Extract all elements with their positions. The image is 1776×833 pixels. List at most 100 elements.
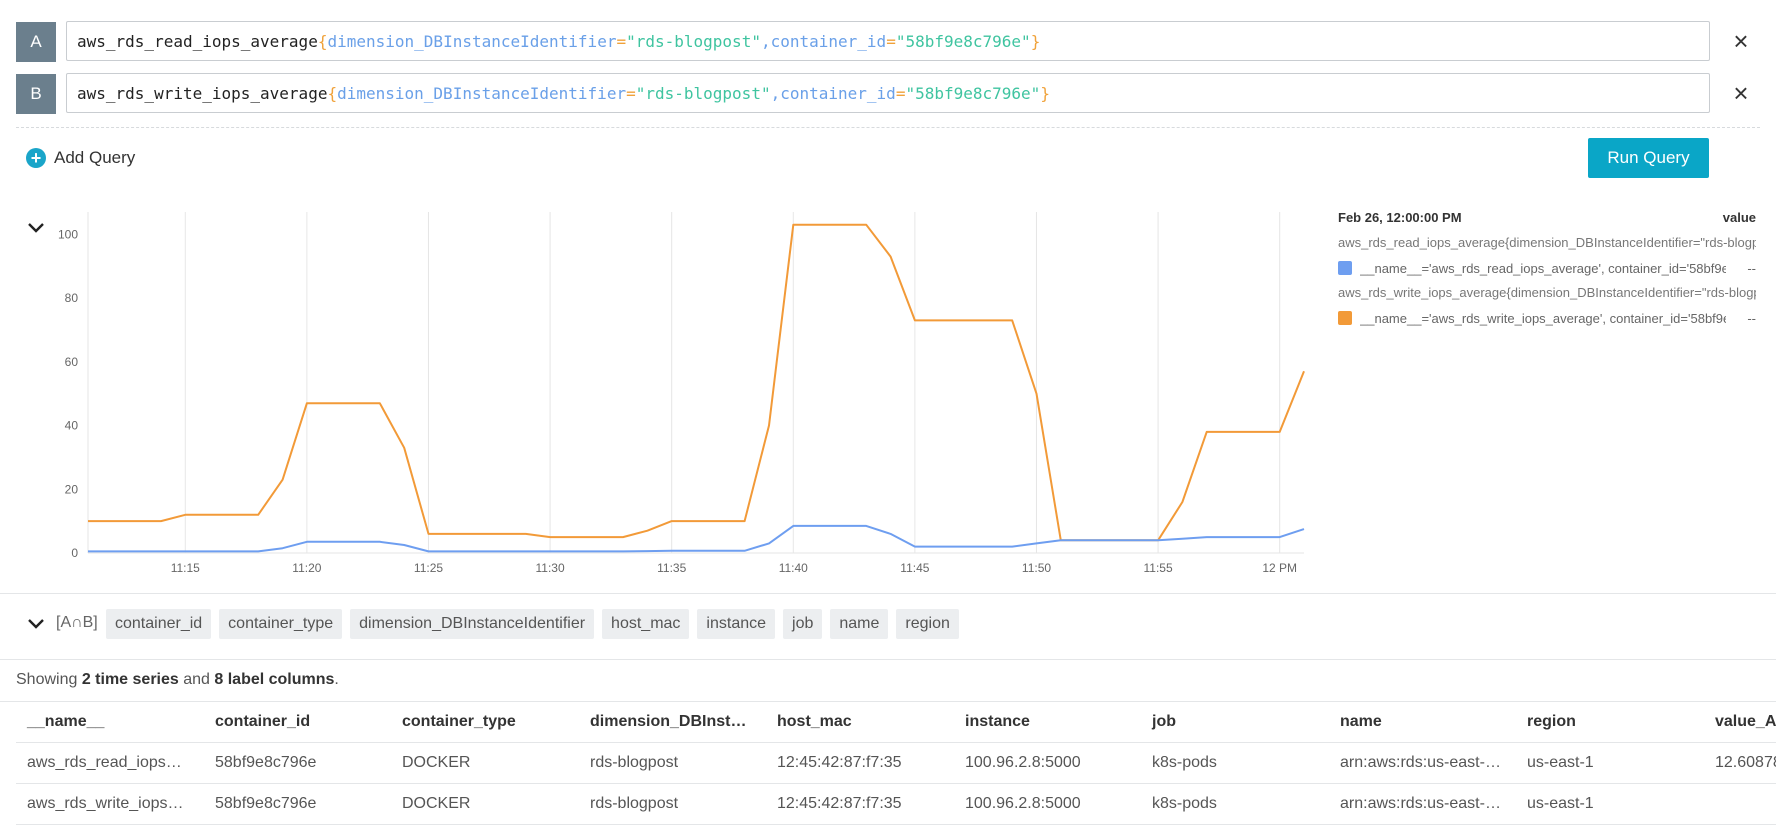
table-cell: 12:45:42:87:f7:35 xyxy=(777,754,902,771)
section-divider xyxy=(0,593,1776,594)
table-cell: us-east-1 xyxy=(1527,795,1594,812)
y-tick-label: 80 xyxy=(65,291,79,305)
table-cell: 100.96.2.8:5000 xyxy=(965,795,1081,812)
table-cell: 12.60878 xyxy=(1715,754,1776,771)
label-count: 8 label columns xyxy=(214,671,335,688)
matcher-value: "58bf9e8c796e" xyxy=(895,31,1031,51)
y-tick-label: 0 xyxy=(71,546,78,560)
time-series-chart: 0 20 40 60 80 100 11:15 11:20 11:25 11:30 11:35 11:… xyxy=(58,212,1305,575)
column-header[interactable]: instance xyxy=(954,702,1140,742)
column-header[interactable]: __name__ xyxy=(16,702,202,742)
table-cell: arn:aws:rds:us-east-1:123456789012:db:rd… xyxy=(1340,795,1501,812)
table-cell: k8s-pods xyxy=(1152,754,1217,771)
series-summary: Showing 2 time series and 8 label column… xyxy=(16,671,339,689)
legend-query-a: aws_rds_read_iops_average{dimension_DBIn… xyxy=(1338,235,1756,250)
table-cell: aws_rds_read_iops_average xyxy=(27,754,188,771)
table-cell: rds-blogpost xyxy=(590,754,679,771)
legend-series-label: __name__='aws_rds_write_iops_average', c… xyxy=(1360,310,1726,326)
query-divider xyxy=(16,127,1760,128)
brace-open-icon: { xyxy=(317,31,328,51)
legend-header: Feb 26, 12:00:00 PM value xyxy=(1338,210,1756,226)
table-cell xyxy=(1704,784,1776,824)
brace-close-icon: } xyxy=(1030,31,1041,51)
legend-query-b: aws_rds_write_iops_average{dimension_DBI… xyxy=(1338,285,1756,300)
chart-legend: Feb 26, 12:00:00 PM value aws_rds_read_i… xyxy=(1338,210,1756,326)
label-chip[interactable]: dimension_DBInstanceIdentifier xyxy=(350,609,595,639)
series-swatch xyxy=(1338,261,1352,275)
label-chip[interactable]: host_mac xyxy=(602,609,690,639)
series-line xyxy=(88,223,1305,542)
matcher-op: = xyxy=(626,83,636,103)
series-swatch xyxy=(1338,311,1352,325)
matcher-key: dimension_DBInstanceIdentifier xyxy=(337,83,627,103)
table-cell: 58bf9e8c796e xyxy=(215,795,317,812)
x-tick-label: 11:25 xyxy=(414,561,443,575)
table-cell: DOCKER xyxy=(402,754,471,771)
label-chip[interactable]: container_type xyxy=(219,609,343,639)
label-chip[interactable]: instance xyxy=(697,609,776,639)
label-chip[interactable]: name xyxy=(830,609,889,639)
y-tick-label: 40 xyxy=(65,419,79,433)
column-header[interactable]: job xyxy=(1141,702,1327,742)
table-cell: 58bf9e8c796e xyxy=(215,754,317,771)
query-label-b[interactable]: B xyxy=(16,74,56,114)
table-cell: us-east-1 xyxy=(1527,754,1594,771)
legend-series-b[interactable]: __name__='aws_rds_write_iops_average', c… xyxy=(1338,310,1756,326)
query-label-a[interactable]: A xyxy=(16,22,56,62)
table-cell: 12:45:42:87:f7:35 xyxy=(777,795,902,812)
x-tick-label: 11:45 xyxy=(900,561,929,575)
matcher-key: container_id xyxy=(770,31,887,51)
x-tick-label: 11:30 xyxy=(536,561,565,575)
label-chip[interactable]: job xyxy=(783,609,823,639)
summary-mid: and xyxy=(178,671,215,688)
query-row-b: B aws_rds_write_iops_average{dimension_D… xyxy=(16,73,1749,115)
comma-separator: , xyxy=(770,83,781,103)
x-tick-label: 11:55 xyxy=(1144,561,1173,575)
summary-suffix: . xyxy=(334,671,339,688)
legend-series-value: -- xyxy=(1747,260,1756,276)
query-row-a: A aws_rds_read_iops_average{dimension_DB… xyxy=(16,21,1749,63)
column-header[interactable]: container_id xyxy=(204,702,390,742)
table-cell: rds-blogpost xyxy=(590,795,679,812)
table-row[interactable]: aws_rds_write_iops_average 58bf9e8c796e … xyxy=(16,784,1776,825)
close-icon[interactable]: × xyxy=(1729,28,1753,54)
query-input-b[interactable]: aws_rds_write_iops_average{dimension_DBI… xyxy=(66,73,1710,113)
table-row[interactable]: aws_rds_read_iops_average 58bf9e8c796e D… xyxy=(16,743,1776,784)
column-header[interactable]: container_type xyxy=(391,702,577,742)
table-header-row: __name__ container_id container_type dim… xyxy=(16,702,1776,743)
x-tick-label: 12 PM xyxy=(1262,561,1297,575)
query-metric: aws_rds_write_iops_average xyxy=(77,83,328,103)
label-chips: container_id container_type dimension_DB… xyxy=(106,609,959,639)
column-header[interactable]: host_mac xyxy=(766,702,952,742)
y-tick-label: 100 xyxy=(58,227,78,241)
chevron-down-icon[interactable] xyxy=(26,614,46,634)
matcher-value: "rds-blogpost" xyxy=(635,83,771,103)
matcher-value: "rds-blogpost" xyxy=(626,31,761,51)
x-tick-label: 11:50 xyxy=(1022,561,1051,575)
label-chip[interactable]: container_id xyxy=(106,609,212,639)
x-tick-label: 11:40 xyxy=(779,561,808,575)
x-tick-label: 11:20 xyxy=(292,561,321,575)
matcher-op: = xyxy=(886,31,896,51)
add-query-button[interactable]: + Add Query xyxy=(26,146,135,170)
series-count: 2 time series xyxy=(81,671,179,688)
run-query-button[interactable]: Run Query xyxy=(1588,138,1709,178)
label-chip[interactable]: region xyxy=(896,609,959,639)
column-header[interactable]: name xyxy=(1329,702,1501,742)
y-tick-label: 60 xyxy=(65,355,79,369)
comma-separator: , xyxy=(760,31,771,51)
close-icon[interactable]: × xyxy=(1729,80,1753,106)
legend-value-header: value xyxy=(1722,210,1756,225)
column-header[interactable]: region xyxy=(1516,702,1702,742)
legend-series-a[interactable]: __name__='aws_rds_read_iops_average', co… xyxy=(1338,260,1756,276)
x-tick-label: 11:15 xyxy=(171,561,200,575)
matcher-key: container_id xyxy=(780,83,896,103)
column-header[interactable]: dimension_DBInstanceIdentifier xyxy=(579,702,751,742)
section-divider xyxy=(0,659,1776,660)
matcher-value: "58bf9e8c796e" xyxy=(905,83,1041,103)
table-cell: 100.96.2.8:5000 xyxy=(965,754,1081,771)
column-header[interactable]: value_A xyxy=(1704,702,1776,742)
brace-close-icon: } xyxy=(1040,83,1050,103)
summary-prefix: Showing xyxy=(16,671,82,688)
query-input-a[interactable]: aws_rds_read_iops_average{dimension_DBIn… xyxy=(66,21,1710,61)
